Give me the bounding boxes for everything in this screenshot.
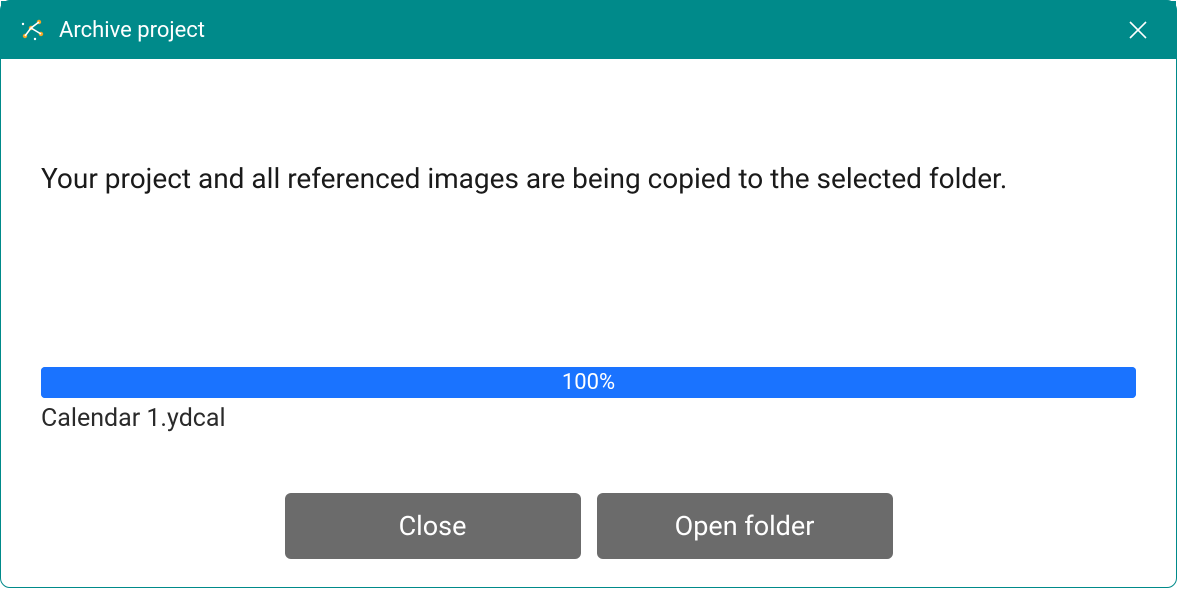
progress-bar: 100% [41, 367, 1136, 398]
titlebar: Archive project [1, 1, 1176, 59]
progress-percent-label: 100% [562, 370, 615, 395]
close-button[interactable]: Close [285, 493, 581, 559]
status-message: Your project and all referenced images a… [41, 161, 1136, 197]
window-title: Archive project [59, 18, 1118, 43]
button-row: Close Open folder [41, 493, 1136, 559]
progress-area: 100% Calendar 1.ydcal [41, 367, 1136, 433]
app-icon [19, 16, 47, 44]
dialog-content: Your project and all referenced images a… [1, 59, 1176, 589]
open-folder-button[interactable]: Open folder [597, 493, 893, 559]
close-window-button[interactable] [1118, 10, 1158, 50]
current-filename: Calendar 1.ydcal [41, 404, 1136, 433]
